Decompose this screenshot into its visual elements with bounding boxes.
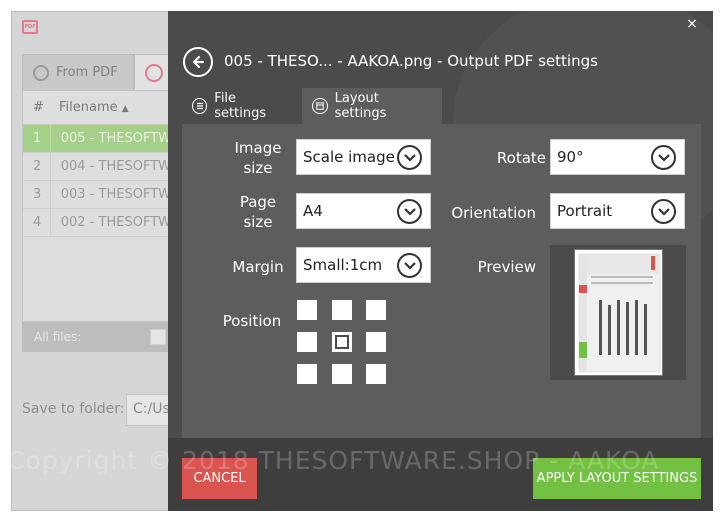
orientation-label: Orientation — [451, 204, 536, 222]
cancel-button[interactable]: CANCEL — [182, 458, 257, 499]
chevron-down-icon — [397, 199, 422, 224]
rotate-label: Rotate — [496, 149, 546, 167]
position-bottom-left[interactable] — [297, 364, 317, 384]
table-row[interactable]: 3 003 - THESOFTW — [23, 181, 171, 209]
all-files-checkbox[interactable] — [150, 329, 166, 345]
tab-layout-settings-label: Layout settings — [334, 91, 387, 121]
tab-file-settings-label: File settings — [214, 91, 267, 121]
tab-file-settings[interactable]: File settings — [182, 88, 298, 124]
tab-from-pdf-label: From PDF — [56, 65, 118, 80]
dialog-footer: CANCEL APPLY LAYOUT SETTINGS — [168, 438, 713, 511]
arrow-left-icon — [192, 55, 205, 69]
tab-from-pdf[interactable]: From PDF — [22, 54, 134, 90]
app-logo: PDF — [22, 20, 38, 34]
preview-frame — [550, 245, 686, 380]
to-pdf-icon — [145, 64, 163, 82]
layout-settings-panel: Image size Scale image Page size A4 Marg… — [182, 124, 701, 438]
margin-value: Small:1cm — [303, 256, 383, 274]
save-to-folder-label: Save to folder: — [22, 401, 125, 417]
all-files-bar: All files: — [22, 322, 172, 352]
rotate-select[interactable]: 90° — [550, 139, 685, 175]
position-label: Position — [222, 312, 282, 330]
image-size-label: Image size — [234, 139, 282, 177]
position-middle-right[interactable] — [366, 332, 386, 352]
chevron-down-icon — [397, 253, 422, 278]
table-header: # Filename ▲ — [23, 91, 171, 125]
image-size-select[interactable]: Scale image — [296, 139, 431, 175]
chevron-down-icon — [651, 199, 676, 224]
table-row[interactable]: 2 004 - THESOFTW — [23, 153, 171, 181]
position-top-center[interactable] — [332, 300, 352, 320]
position-bottom-right[interactable] — [366, 364, 386, 384]
layout-settings-icon — [312, 98, 328, 114]
position-top-left[interactable] — [297, 300, 317, 320]
col-header-num[interactable]: # — [23, 100, 53, 115]
page-size-select[interactable]: A4 — [296, 193, 431, 229]
position-center-selected[interactable] — [332, 332, 352, 352]
orientation-select[interactable]: Portrait — [550, 193, 685, 229]
position-bottom-center[interactable] — [332, 364, 352, 384]
image-size-value: Scale image — [303, 148, 395, 166]
all-files-label: All files: — [34, 330, 82, 344]
preview-label: Preview — [477, 258, 536, 276]
close-button[interactable]: × — [681, 13, 703, 35]
dialog-title: 005 - THESO... - AAKOA.png - Output PDF … — [224, 52, 598, 70]
tab-layout-settings[interactable]: Layout settings — [302, 88, 442, 124]
margin-select[interactable]: Small:1cm — [296, 247, 431, 283]
apply-layout-settings-button[interactable]: APPLY LAYOUT SETTINGS — [533, 458, 701, 499]
col-header-filename[interactable]: Filename ▲ — [53, 100, 129, 115]
page-size-label: Page size — [239, 193, 277, 231]
file-table: # Filename ▲ 1 005 - THESOFTW 2 004 - TH… — [22, 90, 172, 322]
position-top-right[interactable] — [366, 300, 386, 320]
from-pdf-icon — [33, 64, 49, 81]
close-icon: × — [686, 16, 698, 32]
chevron-down-icon — [397, 145, 422, 170]
sort-asc-icon: ▲ — [121, 104, 129, 114]
page-size-value: A4 — [303, 202, 323, 220]
preview-content-image — [575, 250, 662, 375]
file-settings-icon — [192, 98, 208, 114]
position-middle-left[interactable] — [297, 332, 317, 352]
chevron-down-icon — [651, 145, 676, 170]
preview-page-thumbnail — [574, 249, 663, 376]
margin-label: Margin — [232, 258, 284, 276]
back-button[interactable] — [183, 47, 213, 77]
table-row[interactable]: 4 002 - THESOFTW — [23, 209, 171, 237]
rotate-value: 90° — [557, 148, 584, 166]
orientation-value: Portrait — [557, 202, 613, 220]
output-pdf-settings-dialog: × 005 - THESO... - AAKOA.png - Output PD… — [168, 11, 713, 511]
table-row[interactable]: 1 005 - THESOFTW — [23, 125, 171, 153]
